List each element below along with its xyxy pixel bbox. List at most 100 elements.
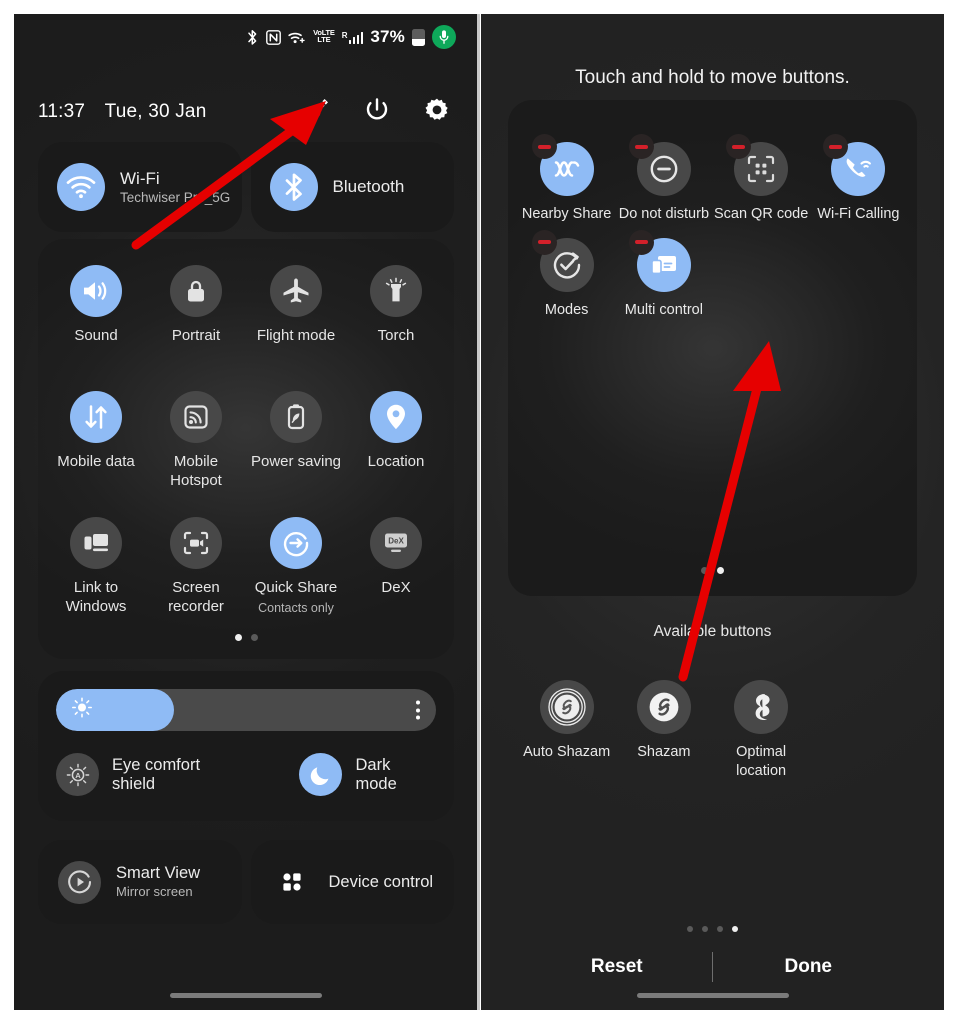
remove-badge-icon[interactable] bbox=[726, 134, 752, 159]
tile-sound[interactable]: Sound bbox=[46, 265, 146, 385]
device-control-icon bbox=[271, 861, 314, 904]
active-buttons-card: Nearby Share Do not disturb Scan QR code… bbox=[508, 100, 917, 596]
status-bar: VoLTE LTE R 37% bbox=[14, 14, 478, 60]
tile-label: Scan QR code bbox=[713, 206, 809, 222]
done-button[interactable]: Done bbox=[713, 956, 903, 978]
screenshot-root: VoLTE LTE R 37% 11:37 Tue, 30 Jan Wi-Fi … bbox=[0, 0, 958, 1024]
smart-view-icon bbox=[58, 860, 101, 904]
sound-icon bbox=[70, 265, 122, 317]
tile-location[interactable]: Location bbox=[346, 391, 446, 511]
location-pin-icon bbox=[370, 391, 422, 443]
nfc-icon bbox=[266, 29, 281, 45]
nearby-share-tile[interactable]: Nearby Share bbox=[518, 134, 615, 224]
grid-empty-cell bbox=[810, 680, 907, 781]
power-button[interactable] bbox=[364, 97, 390, 128]
dark-mode-toggle[interactable]: Dark mode bbox=[299, 753, 436, 796]
dex-icon: DeX bbox=[370, 517, 422, 569]
scan-qr-code-tile[interactable]: Scan QR code bbox=[713, 134, 810, 224]
modes-icon bbox=[531, 229, 594, 292]
wifi-card-title: Wi-Fi bbox=[120, 168, 160, 188]
bluetooth-icon bbox=[246, 29, 259, 46]
toggle-label: Eye comfort shield bbox=[112, 755, 201, 793]
bluetooth-card-text: Bluetooth bbox=[333, 176, 405, 197]
brightness-slider[interactable] bbox=[56, 689, 436, 731]
remove-badge-icon[interactable] bbox=[531, 229, 557, 255]
nearby-share-icon bbox=[531, 134, 594, 196]
tile-screen-recorder[interactable]: Screen recorder bbox=[146, 517, 246, 637]
kebab-menu-icon[interactable] bbox=[416, 700, 420, 720]
wifi-card[interactable]: Wi-Fi Techwiser Pro_5G bbox=[38, 142, 242, 232]
navigation-handle[interactable] bbox=[14, 993, 478, 998]
auto-shazam-tile[interactable]: Auto Shazam bbox=[518, 680, 615, 781]
tiles-page-dots[interactable] bbox=[38, 634, 454, 641]
tile-label: Torch bbox=[377, 327, 415, 344]
tile-label: Auto Shazam bbox=[523, 744, 611, 760]
device-control-card[interactable]: Device control bbox=[250, 840, 454, 924]
tile-dex[interactable]: DeX DeX bbox=[346, 517, 446, 637]
edit-instruction-title: Touch and hold to move buttons. bbox=[575, 67, 850, 88]
smart-view-text: Smart View Mirror screen bbox=[116, 863, 200, 901]
multi-control-tile[interactable]: Multi control bbox=[615, 229, 712, 320]
do-not-disturb-tile[interactable]: Do not disturb bbox=[615, 134, 712, 224]
tile-power-saving[interactable]: Power saving bbox=[246, 391, 346, 511]
signal-roaming-icon: R bbox=[342, 31, 364, 44]
shazam-tile[interactable]: Shazam bbox=[615, 680, 712, 781]
navigation-handle[interactable] bbox=[481, 993, 944, 998]
settings-button[interactable] bbox=[424, 97, 450, 128]
page-dot[interactable] bbox=[717, 926, 723, 932]
bluetooth-card[interactable]: Bluetooth bbox=[250, 142, 454, 232]
optimal-location-tile[interactable]: Optimal location bbox=[713, 680, 810, 781]
page-dot[interactable] bbox=[701, 567, 708, 574]
wifi-card-subtitle: Techwiser Pro_5G bbox=[120, 189, 231, 205]
tile-mobile-hotspot[interactable]: Mobile Hotspot bbox=[146, 391, 246, 511]
tile-torch[interactable]: Torch bbox=[346, 265, 446, 385]
tile-portrait[interactable]: Portrait bbox=[146, 265, 246, 385]
remove-badge-icon[interactable] bbox=[628, 229, 654, 255]
dark-mode-moon-icon bbox=[299, 753, 343, 796]
tile-sublabel: Contacts only bbox=[258, 601, 334, 616]
tile-label: Mobile data bbox=[57, 453, 135, 470]
bluetooth-icon bbox=[269, 163, 318, 211]
shazam-icon bbox=[636, 680, 691, 734]
tile-label: Flight mode bbox=[256, 327, 336, 344]
tile-link-to-windows[interactable]: Link to Windows bbox=[46, 517, 146, 637]
tile-label: Mobile Hotspot bbox=[170, 453, 222, 490]
tile-label: Location bbox=[367, 453, 425, 470]
wifi-icon bbox=[57, 163, 105, 211]
svg-text:A: A bbox=[75, 771, 81, 780]
tile-label: Quick Share bbox=[254, 579, 338, 596]
footer-page-dots[interactable] bbox=[481, 926, 944, 932]
header-row: 11:37 Tue, 30 Jan bbox=[14, 92, 478, 132]
tile-quick-share[interactable]: Quick Share Contacts only bbox=[246, 517, 346, 637]
brightness-sun-icon bbox=[72, 697, 92, 723]
wifi-calling-tile[interactable]: Wi-Fi Calling bbox=[810, 134, 907, 224]
card-title: Device control bbox=[328, 872, 434, 891]
tile-label: Shazam bbox=[637, 744, 691, 760]
quick-tiles-grid: Sound Portrait Flight mode Torch Mobile … bbox=[38, 239, 454, 637]
airplane-icon bbox=[270, 265, 322, 317]
edit-pencil-button[interactable] bbox=[304, 97, 330, 128]
page-dot[interactable] bbox=[732, 926, 738, 932]
tile-mobile-data[interactable]: Mobile data bbox=[46, 391, 146, 511]
link-to-windows-icon bbox=[70, 517, 122, 569]
remove-badge-icon[interactable] bbox=[628, 134, 654, 159]
smart-view-card[interactable]: Smart View Mirror screen bbox=[38, 840, 242, 924]
wifi-card-text: Wi-Fi Techwiser Pro_5G bbox=[120, 168, 230, 207]
tile-label: Portrait bbox=[171, 327, 221, 344]
active-page-dots[interactable] bbox=[508, 567, 917, 574]
svg-text:DeX: DeX bbox=[388, 536, 404, 545]
modes-tile[interactable]: Modes bbox=[518, 229, 615, 320]
reset-button[interactable]: Reset bbox=[522, 956, 712, 978]
torch-icon bbox=[370, 265, 422, 317]
page-dot[interactable] bbox=[687, 926, 693, 932]
scan-qr-icon bbox=[726, 134, 789, 196]
page-dot[interactable] bbox=[250, 634, 258, 641]
available-buttons-grid: Auto Shazam Shazam Optimal location bbox=[518, 680, 907, 781]
tile-flight-mode[interactable]: Flight mode bbox=[246, 265, 346, 385]
eye-comfort-shield-toggle[interactable]: A Eye comfort shield bbox=[56, 753, 247, 796]
page-dot[interactable] bbox=[702, 926, 708, 932]
page-dot[interactable] bbox=[234, 634, 242, 641]
remove-badge-icon[interactable] bbox=[531, 134, 557, 159]
page-dot[interactable] bbox=[717, 567, 724, 574]
tile-label: Sound bbox=[74, 327, 118, 344]
